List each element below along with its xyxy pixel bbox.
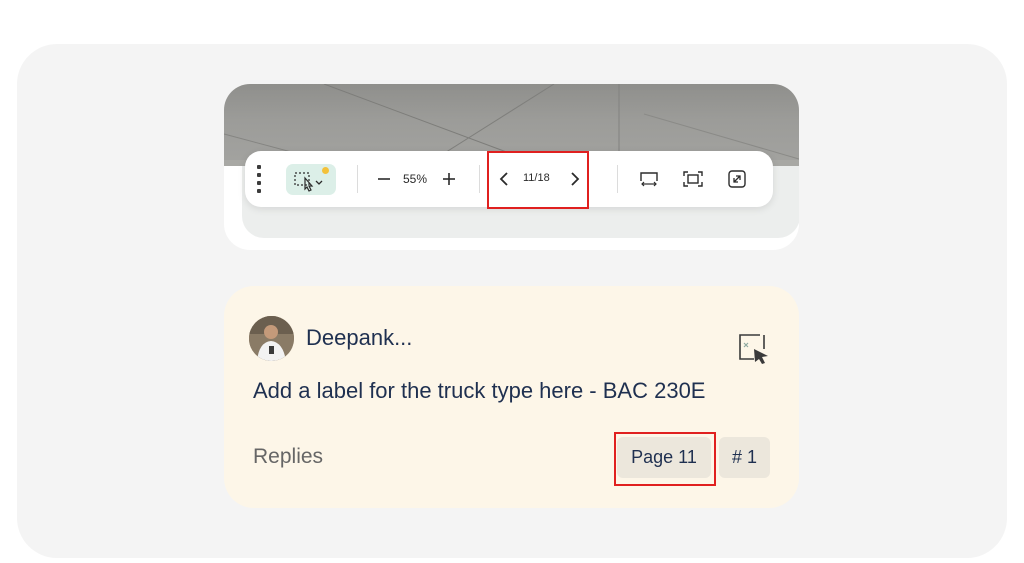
comment-author[interactable]: Deepank... [306, 325, 412, 351]
annotation-pointer-icon [739, 334, 768, 364]
zoom-out-icon [378, 178, 390, 180]
fit-page-button[interactable] [682, 168, 704, 190]
expand-button[interactable] [726, 168, 748, 190]
user-photo [249, 316, 294, 361]
drag-handle-icon[interactable] [245, 151, 273, 207]
replies-link[interactable]: Replies [253, 445, 323, 469]
avatar [249, 316, 294, 361]
toolbar-divider [479, 165, 480, 193]
fit-width-button[interactable] [638, 168, 660, 190]
comment-number-chip[interactable]: # 1 [719, 437, 770, 478]
zoom-in-icon [443, 173, 455, 185]
toolbar-divider [617, 165, 618, 193]
select-tool-button[interactable] [286, 164, 336, 195]
chevron-down-icon [315, 180, 323, 185]
comment-text: Add a label for the truck type here - BA… [253, 378, 706, 403]
fit-page-icon [683, 171, 703, 187]
page-chip-highlight [614, 432, 716, 486]
page-indicator-highlight [487, 151, 589, 209]
zoom-level: 55% [403, 172, 428, 186]
fit-width-icon [640, 172, 658, 187]
notification-dot [322, 167, 329, 174]
jump-to-annotation-button[interactable] [738, 333, 770, 365]
zoom-out-button[interactable] [373, 167, 395, 191]
expand-icon [728, 170, 746, 188]
zoom-in-button[interactable] [438, 167, 460, 191]
toolbar-divider [357, 165, 358, 193]
